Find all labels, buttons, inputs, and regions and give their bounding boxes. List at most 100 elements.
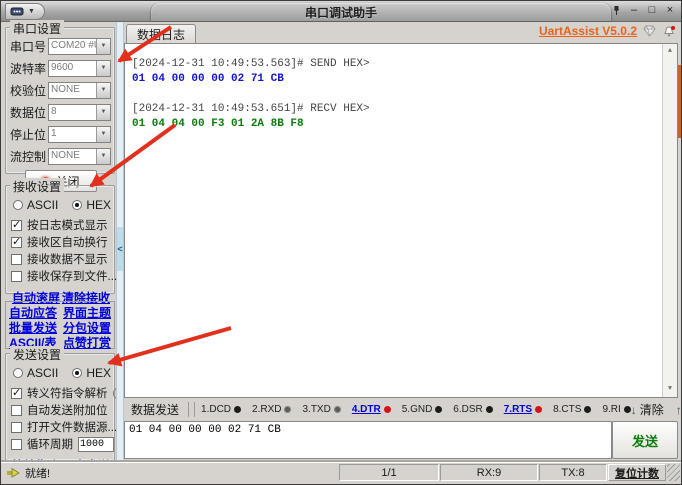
chevron-down-icon[interactable]: ▼: [96, 126, 110, 142]
resize-grip[interactable]: [667, 464, 680, 481]
rx-count: RX:9: [440, 464, 538, 481]
tab-data-log[interactable]: 数据日志: [126, 24, 197, 43]
pin-dtr[interactable]: 4.DTR: [352, 404, 391, 415]
receive-settings-title: 接收设置: [10, 178, 65, 195]
page-indicator: 1/1: [339, 464, 439, 481]
pin-txd-led-icon: [333, 406, 341, 413]
stopbits-field-row: 停止位 1 ▼: [10, 125, 111, 143]
serial-settings-title: 串口设置: [10, 20, 65, 37]
log-entry-sent-data: 01 04 00 00 00 02 71 CB: [132, 73, 284, 85]
tx-count: TX:8: [539, 464, 607, 481]
edge-highlight-strip: [678, 65, 681, 138]
serial-settings-group: 串口设置 串口号 COM20 #US ▼ 波特率 9600 ▼ 校验位 NONE: [5, 20, 115, 192]
status-bar: 就绪! 1/1 RX:9 TX:8 复位计数: [1, 462, 681, 482]
tab-data-send[interactable]: 数据发送: [124, 401, 186, 418]
recv-hex-radio[interactable]: [72, 200, 83, 210]
pin-rts[interactable]: 7.RTS: [504, 404, 543, 415]
donate-link[interactable]: 点赞打赏: [63, 334, 111, 351]
arrow-up-icon: ↑: [675, 402, 682, 417]
parity-field-row: 校验位 NONE ▼: [10, 81, 111, 99]
pin-ri-led-icon: [623, 406, 631, 413]
log-entry-header: [2024-12-31 10:49:53.563]# SEND HEX>: [132, 58, 370, 70]
save-to-file-checkbox[interactable]: [11, 270, 22, 282]
send-data-input[interactable]: 01 04 00 00 00 02 71 CB: [124, 421, 612, 459]
pin-cts: 8.CTS: [553, 404, 592, 415]
stopbits-select[interactable]: 1 ▼: [48, 125, 111, 143]
gem-icon[interactable]: [643, 25, 656, 37]
chevron-down-icon[interactable]: ▼: [96, 104, 110, 120]
send-button[interactable]: 发送: [612, 421, 678, 459]
modem-pins-row: 1.DCD 2.RXD 3.TXD 4.DTR 5.GND 6.DSR 7.RT…: [201, 404, 631, 415]
flowctrl-field-row: 流控制 NONE ▼: [10, 147, 111, 165]
escape-parse-checkbox[interactable]: [11, 386, 22, 399]
chevron-down-icon[interactable]: ▼: [96, 148, 110, 164]
pin-rxd-led-icon: [284, 406, 292, 413]
recv-ascii-radio[interactable]: [13, 200, 23, 210]
sidebar-splitter[interactable]: <: [116, 22, 124, 462]
baud-select[interactable]: 9600 ▼: [48, 59, 111, 77]
receive-settings-group: 接收设置 ASCII HEX 按日志模式显示 接收区自动换行 接收数据不显示: [5, 178, 117, 305]
app-window: ▼ 串口调试助手 – □ × 串口设置 串口号 COM20 #US ▼: [0, 0, 682, 485]
pin-txd: 3.TXD: [302, 404, 341, 415]
pushpin-icon: [613, 5, 619, 15]
chevron-down-icon[interactable]: ▼: [96, 60, 110, 76]
port-select[interactable]: COM20 #US ▼: [48, 37, 111, 55]
send-settings-group: 发送设置 ASCII HEX 转义符指令解析 i 自动发送附加位 打开文件数据源…: [5, 346, 127, 473]
log-entry-header: [2024-12-31 10:49:53.651]# RECV HEX>: [132, 103, 370, 115]
hide-recv-checkbox[interactable]: [11, 253, 22, 265]
port-field-row: 串口号 COM20 #US ▼: [10, 37, 111, 55]
parity-select[interactable]: NONE ▼: [48, 81, 111, 99]
send-panel-bar: 数据发送 1.DCD 2.RXD 3.TXD 4.DTR 5.GND 6.DSR…: [124, 400, 681, 419]
cycle-send-checkbox[interactable]: [11, 438, 22, 450]
chevron-down-icon[interactable]: ▼: [96, 38, 110, 54]
pin-rts-led-icon: [535, 406, 543, 413]
log-tab-bar: 数据日志 UartAssist V5.0.2: [124, 23, 678, 43]
clear-send-button[interactable]: ↑ 清除: [675, 401, 682, 418]
pin-ri: 9.RI: [602, 404, 631, 415]
clear-recv-button[interactable]: ↓ 清除: [631, 401, 664, 418]
brand-version-link[interactable]: UartAssist V5.0.2: [539, 24, 637, 38]
pin-dsr-led-icon: [485, 406, 493, 413]
pin-dtr-led-icon: [383, 406, 391, 413]
auto-wrap-checkbox[interactable]: [11, 235, 22, 248]
pin-cts-led-icon: [584, 406, 592, 413]
ready-hand-icon: [7, 467, 20, 478]
minimize-button[interactable]: –: [626, 3, 642, 17]
window-title: 串口调试助手: [304, 6, 377, 20]
databits-select[interactable]: 8 ▼: [48, 103, 111, 121]
log-scrollbar[interactable]: ▲ ▼: [662, 44, 677, 397]
title-bar: ▼ 串口调试助手 – □ ×: [1, 1, 681, 22]
maximize-button[interactable]: □: [644, 3, 660, 17]
scroll-up-icon[interactable]: ▲: [663, 45, 677, 58]
ready-status: 就绪!: [1, 464, 338, 481]
separator: [188, 402, 196, 417]
log-entry-recv-data: 01 04 04 00 F3 01 2A 8B F8: [132, 118, 304, 130]
pin-rxd: 2.RXD: [252, 404, 292, 415]
cycle-period-input[interactable]: [78, 436, 114, 452]
flowctrl-select[interactable]: NONE ▼: [48, 147, 111, 165]
auto-append-checkbox[interactable]: [11, 404, 22, 416]
databits-field-row: 数据位 8 ▼: [10, 103, 111, 121]
notification-bell-icon[interactable]: [662, 25, 676, 38]
reset-count-button[interactable]: 复位计数: [608, 464, 666, 481]
send-input-row: 01 04 00 00 00 02 71 CB 发送: [124, 421, 678, 459]
log-mode-checkbox[interactable]: [11, 218, 22, 231]
scroll-down-icon[interactable]: ▼: [663, 383, 677, 396]
send-ascii-radio[interactable]: [13, 368, 23, 378]
pin-dsr: 6.DSR: [453, 404, 493, 415]
collapse-sidebar-handle[interactable]: <: [117, 227, 123, 271]
pin-gnd-led-icon: [435, 406, 443, 413]
close-window-button[interactable]: ×: [662, 3, 678, 17]
data-log-view[interactable]: [2024-12-31 10:49:53.563]# SEND HEX> 01 …: [124, 43, 678, 398]
send-settings-title: 发送设置: [10, 346, 65, 363]
pin-dcd: 1.DCD: [201, 404, 242, 415]
file-source-checkbox[interactable]: [11, 421, 22, 433]
chevron-down-icon[interactable]: ▼: [96, 82, 110, 98]
pin-window-button[interactable]: [608, 3, 624, 17]
arrow-down-icon: ↓: [630, 402, 637, 417]
pin-dcd-led-icon: [234, 406, 242, 413]
shortcuts-box: 自动应答 界面主题 批量发送 分包设置 ASCII/表 点赞打赏: [5, 301, 115, 351]
settings-sidebar: 串口设置 串口号 COM20 #US ▼ 波特率 9600 ▼ 校验位 NONE: [4, 20, 127, 473]
pin-gnd: 5.GND: [402, 404, 443, 415]
send-hex-radio[interactable]: [72, 368, 83, 378]
